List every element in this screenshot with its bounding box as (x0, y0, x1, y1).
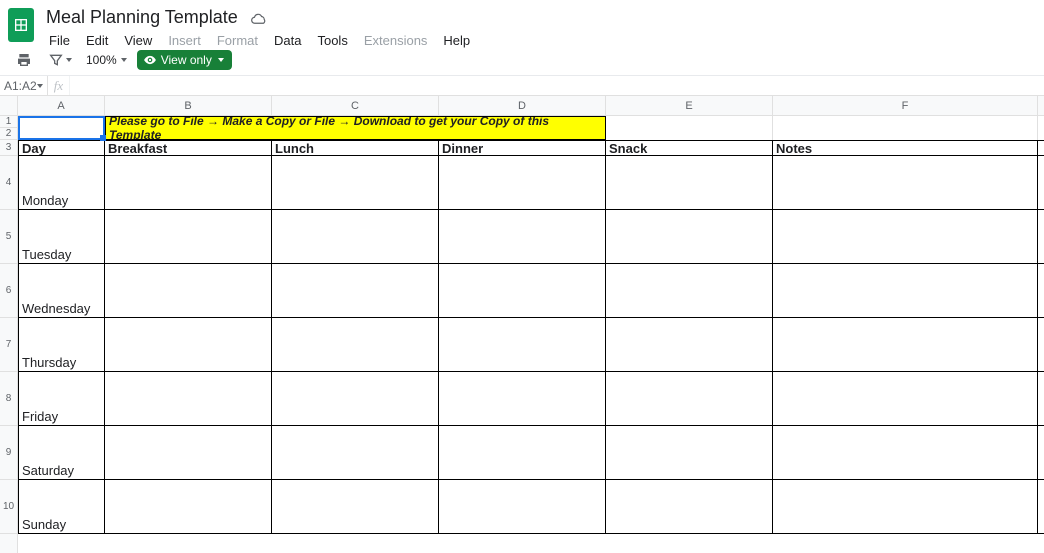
cell[interactable] (773, 210, 1038, 263)
cell[interactable] (272, 372, 439, 425)
cell[interactable] (439, 426, 606, 479)
col-header[interactable]: D (439, 96, 606, 115)
formula-input[interactable] (70, 76, 1044, 95)
column-headers: A B C D E F (18, 96, 1044, 116)
name-box-value: A1:A2 (4, 79, 37, 93)
cells-area[interactable]: Please go to File → Make a Copy or File … (18, 116, 1044, 553)
filter-button[interactable] (44, 50, 76, 70)
cell[interactable] (606, 264, 773, 317)
menu-edit[interactable]: Edit (79, 31, 115, 50)
sheets-logo (8, 8, 34, 42)
cell[interactable] (105, 480, 272, 533)
cell[interactable] (773, 156, 1038, 209)
name-box[interactable]: A1:A2 (0, 76, 48, 95)
menu-file[interactable]: File (42, 31, 77, 50)
row-header[interactable]: 2 (0, 128, 17, 140)
spreadsheet-grid: A B C D E F 1 2 3 4 5 6 7 8 9 10 (0, 96, 1044, 553)
col-header[interactable]: F (773, 96, 1038, 115)
cell[interactable] (439, 156, 606, 209)
cell[interactable] (272, 210, 439, 263)
cell[interactable] (439, 480, 606, 533)
cell[interactable] (439, 318, 606, 371)
cell[interactable] (272, 480, 439, 533)
row-header[interactable]: 5 (0, 210, 17, 264)
row-header[interactable]: 6 (0, 264, 17, 318)
cell[interactable] (606, 318, 773, 371)
banner-cell[interactable]: Please go to File → Make a Copy or File … (105, 116, 606, 140)
header-breakfast[interactable]: Breakfast (105, 141, 272, 155)
menu-view[interactable]: View (117, 31, 159, 50)
cell[interactable] (773, 318, 1038, 371)
view-only-label: View only (161, 53, 212, 67)
row-header[interactable]: 7 (0, 318, 17, 372)
row-header[interactable]: 8 (0, 372, 17, 426)
cell[interactable] (18, 116, 105, 140)
cell[interactable] (439, 372, 606, 425)
day-cell[interactable]: Tuesday (18, 210, 105, 263)
header-day[interactable]: Day (18, 141, 105, 155)
cell[interactable] (606, 116, 773, 140)
menu-help[interactable]: Help (436, 31, 477, 50)
cell[interactable] (606, 480, 773, 533)
cell[interactable] (439, 264, 606, 317)
cell[interactable] (773, 426, 1038, 479)
day-cell[interactable]: Friday (18, 372, 105, 425)
row-header[interactable]: 4 (0, 156, 17, 210)
day-cell[interactable]: Thursday (18, 318, 105, 371)
cell[interactable] (105, 372, 272, 425)
row-header[interactable]: 10 (0, 480, 17, 534)
document-title[interactable]: Meal Planning Template (42, 6, 242, 29)
menu-format[interactable]: Format (210, 31, 265, 50)
zoom-value: 100% (86, 53, 117, 67)
cell[interactable] (105, 156, 272, 209)
col-header[interactable]: B (105, 96, 272, 115)
day-cell[interactable]: Saturday (18, 426, 105, 479)
view-only-button[interactable]: View only (137, 50, 232, 70)
menu-bar: File Edit View Insert Format Data Tools … (42, 31, 477, 50)
menu-tools[interactable]: Tools (310, 31, 354, 50)
header-lunch[interactable]: Lunch (272, 141, 439, 155)
row-headers: 1 2 3 4 5 6 7 8 9 10 (0, 116, 18, 553)
title-bar: Meal Planning Template File Edit View In… (0, 0, 1044, 46)
col-header[interactable]: C (272, 96, 439, 115)
toolbar: 100% View only (0, 46, 1044, 76)
cloud-status-icon (250, 11, 268, 25)
header-snack[interactable]: Snack (606, 141, 773, 155)
cell[interactable] (272, 426, 439, 479)
print-button[interactable] (12, 50, 36, 70)
cell[interactable] (272, 318, 439, 371)
menu-data[interactable]: Data (267, 31, 308, 50)
fx-icon: fx (48, 76, 70, 95)
menu-extensions[interactable]: Extensions (357, 31, 435, 50)
cell[interactable] (606, 372, 773, 425)
day-cell[interactable]: Sunday (18, 480, 105, 533)
cell[interactable] (606, 156, 773, 209)
cell[interactable] (773, 372, 1038, 425)
zoom-selector[interactable]: 100% (84, 53, 129, 67)
cell[interactable] (272, 156, 439, 209)
select-all-corner[interactable] (0, 96, 18, 116)
formula-bar: A1:A2 fx (0, 76, 1044, 96)
cell[interactable] (272, 264, 439, 317)
cell[interactable] (773, 264, 1038, 317)
header-dinner[interactable]: Dinner (439, 141, 606, 155)
row-header[interactable]: 1 (0, 116, 17, 128)
cell[interactable] (773, 480, 1038, 533)
col-header[interactable]: A (18, 96, 105, 115)
menu-insert[interactable]: Insert (161, 31, 208, 50)
cell[interactable] (105, 210, 272, 263)
row-header[interactable]: 3 (0, 140, 17, 156)
cell[interactable] (439, 210, 606, 263)
day-cell[interactable]: Monday (18, 156, 105, 209)
col-header[interactable]: E (606, 96, 773, 115)
cell[interactable] (105, 426, 272, 479)
row-header[interactable]: 9 (0, 426, 17, 480)
cell[interactable] (105, 264, 272, 317)
header-notes[interactable]: Notes (773, 141, 1038, 155)
day-cell[interactable]: Wednesday (18, 264, 105, 317)
cell[interactable] (606, 426, 773, 479)
cell[interactable] (105, 318, 272, 371)
cell[interactable] (606, 210, 773, 263)
cell[interactable] (773, 116, 1038, 140)
